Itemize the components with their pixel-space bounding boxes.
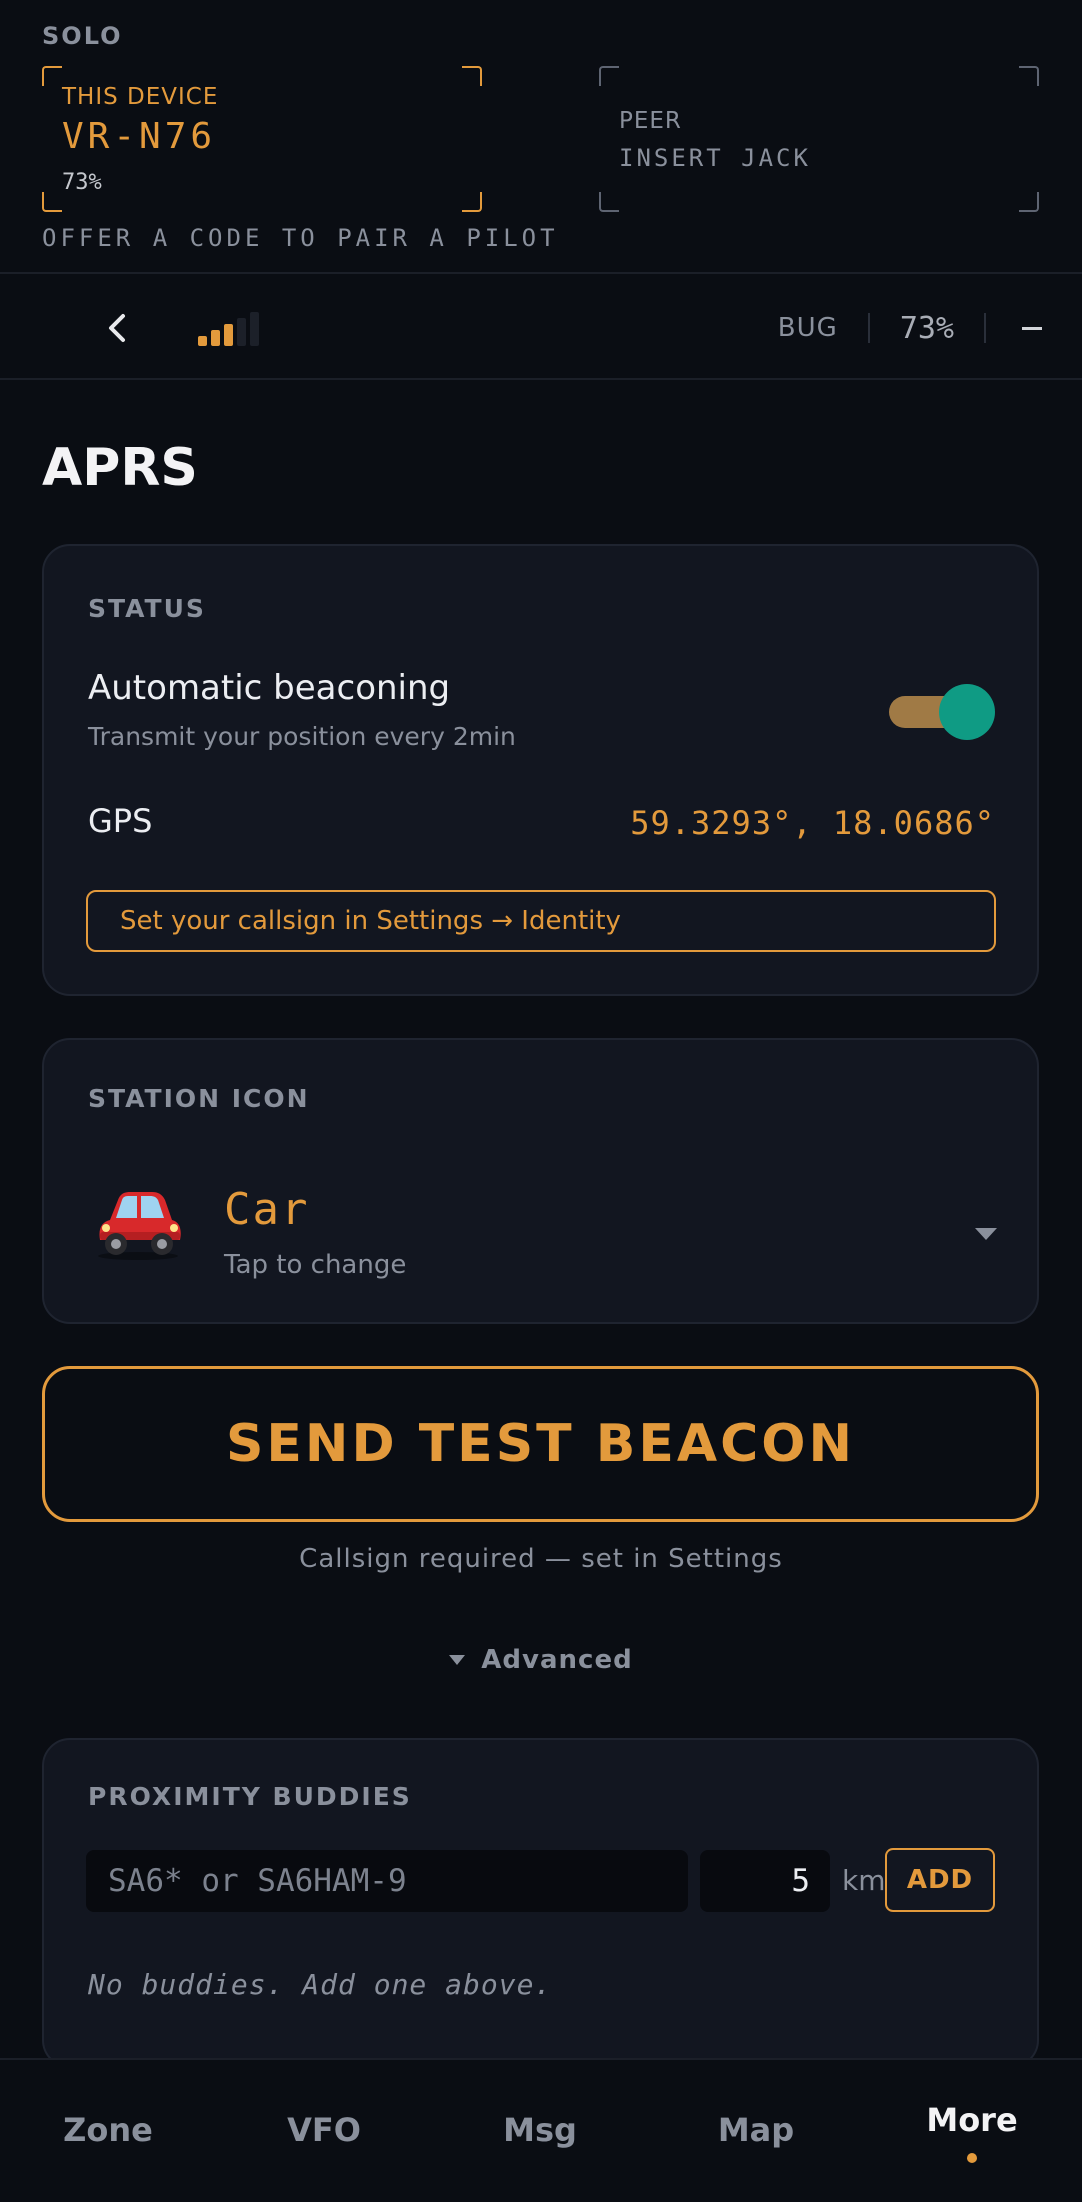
battery-readout: 73% [899,310,954,346]
status-card: STATUS Automatic beaconing Transmit your… [42,544,1039,996]
nav-label: Map [717,2111,795,2149]
nav-label: VFO [287,2111,361,2149]
signal-bar [198,336,207,346]
back-button[interactable] [92,300,142,356]
nav-map[interactable]: Map [648,2060,864,2202]
bug-label[interactable]: BUG [778,313,838,343]
chevron-left-icon [109,314,125,342]
signal-bar [224,324,233,346]
callsign-warning[interactable]: Set your callsign in Settings → Identity [86,890,996,952]
empty-state: No buddies. Add one above. [88,1968,553,2001]
bottom-nav: Zone VFO Msg Map More [0,2058,1082,2202]
signal-bar [211,330,220,346]
corner-bracket [1019,66,1039,86]
page-title: APRS [42,438,198,498]
peer-label: PEER [619,108,682,134]
car-icon [98,1192,181,1260]
nav-more[interactable]: More [864,2060,1080,2202]
station-icon-selector[interactable]: Car Tap to change [44,1156,1041,1306]
nav-msg[interactable]: Msg [432,2060,648,2202]
section-title: STATUS [88,594,206,623]
corner-bracket [599,192,619,212]
advanced-toggle[interactable]: Advanced [0,1640,1082,1680]
corner-bracket [599,66,619,86]
gps-label: GPS [88,802,153,840]
device-id: VR-N76 [62,116,217,157]
send-test-beacon-button[interactable]: SEND TEST BEACON [42,1366,1039,1522]
mode-label: SOLO [42,22,123,50]
signal-bar [237,318,246,346]
chevron-down-icon [975,1228,997,1240]
nav-label: Msg [503,2111,577,2149]
this-device-card[interactable]: THIS DEVICE VR-N76 73% [42,66,482,212]
send-note: Callsign required — set in Settings [299,1544,783,1574]
station-icon-name: Car [224,1184,310,1235]
divider [984,313,986,343]
toggle-knob [939,684,995,740]
nav-zone[interactable]: Zone [0,2060,216,2202]
beacon-title: Automatic beaconing [88,668,451,708]
pair-hint: OFFER A CODE TO PAIR A PILOT [42,224,559,252]
gps-value: 59.3293°, 18.0686° [630,804,995,842]
signal-bar [250,312,259,346]
peer-card[interactable]: PEER INSERT JACK [599,66,1039,212]
corner-bracket [42,192,62,212]
buddy-radius-input[interactable] [700,1850,830,1912]
toolbar: BUG 73% [0,276,1082,380]
device-battery: 73% [62,170,102,195]
advanced-label: Advanced [481,1645,633,1675]
nav-label: More [926,2101,1018,2139]
peer-status: INSERT JACK [619,144,811,172]
pairing-header: SOLO THIS DEVICE VR-N76 73% PEER INSERT … [0,0,1082,274]
beacon-toggle[interactable] [889,684,995,740]
station-icon-card: STATION ICON Car Tap to change [42,1038,1039,1324]
signal-strength-icon [198,312,264,346]
station-icon-hint: Tap to change [224,1250,407,1280]
corner-bracket [42,66,62,86]
active-indicator-dot [967,2153,977,2163]
corner-bracket [1019,192,1039,212]
device-label: THIS DEVICE [62,84,219,110]
divider [867,313,870,343]
nav-label: Zone [63,2111,153,2149]
caret-down-icon [449,1655,466,1665]
add-buddy-button[interactable]: ADD [885,1848,995,1912]
section-title: PROXIMITY BUDDIES [88,1782,412,1811]
buddy-callsign-input[interactable] [86,1850,688,1912]
beacon-subtitle: Transmit your position every 2min [88,722,516,751]
nav-vfo[interactable]: VFO [216,2060,432,2202]
proximity-buddies-card: PROXIMITY BUDDIES km ADD No buddies. Add… [42,1738,1039,2068]
corner-bracket [462,66,482,86]
corner-bracket [462,192,482,212]
minus-icon[interactable] [1022,326,1042,330]
radius-unit: km [842,1864,886,1897]
section-title: STATION ICON [88,1084,310,1113]
